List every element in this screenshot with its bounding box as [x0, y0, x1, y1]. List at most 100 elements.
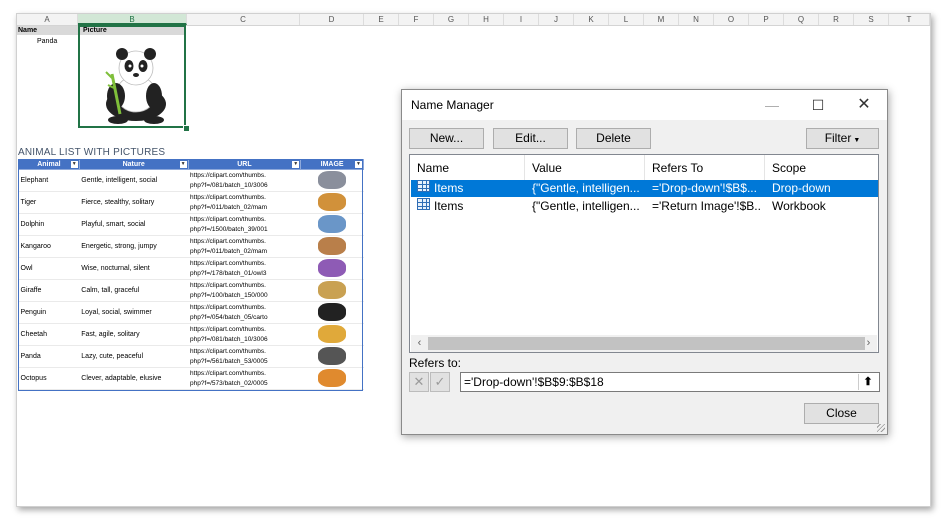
animal-image[interactable] [318, 236, 347, 255]
nature-col-header[interactable]: Nature ▼ [78, 159, 189, 170]
url-cell[interactable]: https://clipart.com/thumbs. php?f=/1500/b… [188, 213, 301, 236]
animal-image[interactable] [318, 346, 347, 365]
animal-cell[interactable]: Octopus [18, 367, 80, 390]
image-cell[interactable] [300, 257, 364, 280]
horizontal-scrollbar[interactable]: ‹ › [411, 335, 877, 352]
fill-handle[interactable] [183, 125, 190, 132]
animal-image[interactable] [318, 214, 347, 233]
filter-dropdown-icon[interactable]: ▼ [355, 161, 362, 168]
url-col-header[interactable]: URL ▼ [187, 159, 302, 170]
refers-column-header[interactable]: Refers To [645, 155, 765, 181]
name-value[interactable]: Panda [37, 38, 57, 45]
col-b[interactable]: B [78, 14, 187, 25]
url-cell[interactable]: https://clipart.com/thumbs. php?f=/081/ba… [188, 323, 301, 346]
nature-cell[interactable]: Fierce, stealthy, solitary [79, 191, 189, 214]
col-n[interactable]: N [679, 14, 714, 25]
list-item[interactable]: Items {"Gentle, intelligen... ='Return I… [411, 198, 878, 215]
image-cell[interactable] [300, 169, 364, 192]
animal-image[interactable] [318, 258, 347, 277]
refers-to-input[interactable]: ='Drop-down'!$B$9:$B$18 [460, 372, 880, 392]
scope-column-header[interactable]: Scope [765, 155, 878, 181]
animal-col-header[interactable]: Animal ▼ [18, 159, 80, 170]
col-r[interactable]: R [819, 14, 854, 25]
col-h[interactable]: H [469, 14, 504, 25]
table-row[interactable]: Octopus Clever, adaptable, elusive https:/… [18, 367, 364, 390]
value-column-header[interactable]: Value [525, 155, 645, 181]
close-icon[interactable]: ✕ [841, 90, 887, 120]
table-row[interactable]: Dolphin Playful, smart, social https://cli… [18, 213, 364, 236]
image-cell[interactable] [300, 301, 364, 324]
nature-cell[interactable]: Fast, agile, solitary [79, 323, 189, 346]
animal-cell[interactable]: Dolphin [18, 213, 80, 236]
nature-cell[interactable]: Loyal, social, swimmer [79, 301, 189, 324]
table-row[interactable]: Giraffe Calm, tall, graceful https://clipa… [18, 279, 364, 302]
name-header[interactable]: Name [17, 26, 78, 35]
table-row[interactable]: Penguin Loyal, social, swimmer https://cli… [18, 301, 364, 324]
scroll-left-icon[interactable]: ‹ [411, 335, 428, 352]
image-cell[interactable] [300, 323, 364, 346]
animal-cell[interactable]: Giraffe [18, 279, 80, 302]
nature-cell[interactable]: Calm, tall, graceful [79, 279, 189, 302]
new-button[interactable]: New... [409, 128, 484, 149]
url-cell[interactable]: https://clipart.com/thumbs. php?f=/178/ba… [188, 257, 301, 280]
animal-cell[interactable]: Tiger [18, 191, 80, 214]
col-g[interactable]: G [434, 14, 469, 25]
image-col-header[interactable]: IMAGE ▼ [300, 159, 364, 170]
animal-cell[interactable]: Penguin [18, 301, 80, 324]
col-f[interactable]: F [399, 14, 434, 25]
animal-image[interactable] [318, 192, 347, 211]
url-cell[interactable]: https://clipart.com/thumbs. php?f=/011/ba… [188, 235, 301, 258]
image-cell[interactable] [300, 345, 364, 368]
delete-button[interactable]: Delete [576, 128, 651, 149]
animal-cell[interactable]: Panda [18, 345, 80, 368]
nature-cell[interactable]: Playful, smart, social [79, 213, 189, 236]
col-a[interactable]: A [17, 14, 78, 25]
col-d[interactable]: D [300, 14, 364, 25]
image-cell[interactable] [300, 191, 364, 214]
names-list[interactable]: Name Value Refers To Scope Items {"Gentl… [409, 154, 879, 353]
collapse-dialog-icon[interactable]: ⬆ [858, 374, 877, 390]
dialog-titlebar[interactable]: Name Manager — ☐ ✕ [402, 90, 887, 120]
filter-button[interactable]: Filter ▼ [806, 128, 879, 149]
url-cell[interactable]: https://clipart.com/thumbs. php?f=/100/ba… [188, 279, 301, 302]
filter-dropdown-icon[interactable]: ▼ [70, 161, 78, 168]
scrollbar-thumb[interactable] [428, 337, 865, 350]
scroll-right-icon[interactable]: › [860, 335, 877, 352]
nature-cell[interactable]: Lazy, cute, peaceful [79, 345, 189, 368]
animal-cell[interactable]: Cheetah [18, 323, 80, 346]
animal-image[interactable] [318, 302, 347, 321]
image-cell[interactable] [300, 367, 364, 390]
url-cell[interactable]: https://clipart.com/thumbs. php?f=/054/ba… [188, 301, 301, 324]
col-k[interactable]: K [574, 14, 609, 25]
col-i[interactable]: I [504, 14, 539, 25]
nature-cell[interactable]: Energetic, strong, jumpy [79, 235, 189, 258]
animal-cell[interactable]: Elephant [18, 169, 80, 192]
col-t[interactable]: T [889, 14, 930, 25]
animal-image[interactable] [318, 280, 347, 299]
col-m[interactable]: M [644, 14, 679, 25]
animal-cell[interactable]: Kangaroo [18, 235, 80, 258]
filter-dropdown-icon[interactable]: ▼ [179, 161, 187, 168]
table-row[interactable]: Kangaroo Energetic, strong, jumpy https://… [18, 235, 364, 258]
col-j[interactable]: J [539, 14, 574, 25]
image-cell[interactable] [300, 279, 364, 302]
col-p[interactable]: P [749, 14, 784, 25]
col-c[interactable]: C [187, 14, 300, 25]
image-cell[interactable] [300, 213, 364, 236]
animal-image[interactable] [318, 368, 347, 387]
col-q[interactable]: Q [784, 14, 819, 25]
resize-grip-icon[interactable] [877, 424, 885, 432]
url-cell[interactable]: https://clipart.com/thumbs. php?f=/561/ba… [188, 345, 301, 368]
col-o[interactable]: O [714, 14, 749, 25]
nature-cell[interactable]: Gentle, intelligent, social [79, 169, 189, 192]
close-button[interactable]: Close [804, 403, 879, 424]
animal-image[interactable] [318, 170, 347, 189]
col-s[interactable]: S [854, 14, 889, 25]
table-row[interactable]: Owl Wise, nocturnal, silent https://clipar… [18, 257, 364, 280]
table-row[interactable]: Cheetah Fast, agile, solitary https://clip… [18, 323, 364, 346]
nature-cell[interactable]: Clever, adaptable, elusive [79, 367, 189, 390]
name-column-header[interactable]: Name [410, 155, 525, 181]
url-cell[interactable]: https://clipart.com/thumbs. php?f=/011/ba… [188, 191, 301, 214]
url-cell[interactable]: https://clipart.com/thumbs. php?f=/081/ba… [188, 169, 301, 192]
col-l[interactable]: L [609, 14, 644, 25]
